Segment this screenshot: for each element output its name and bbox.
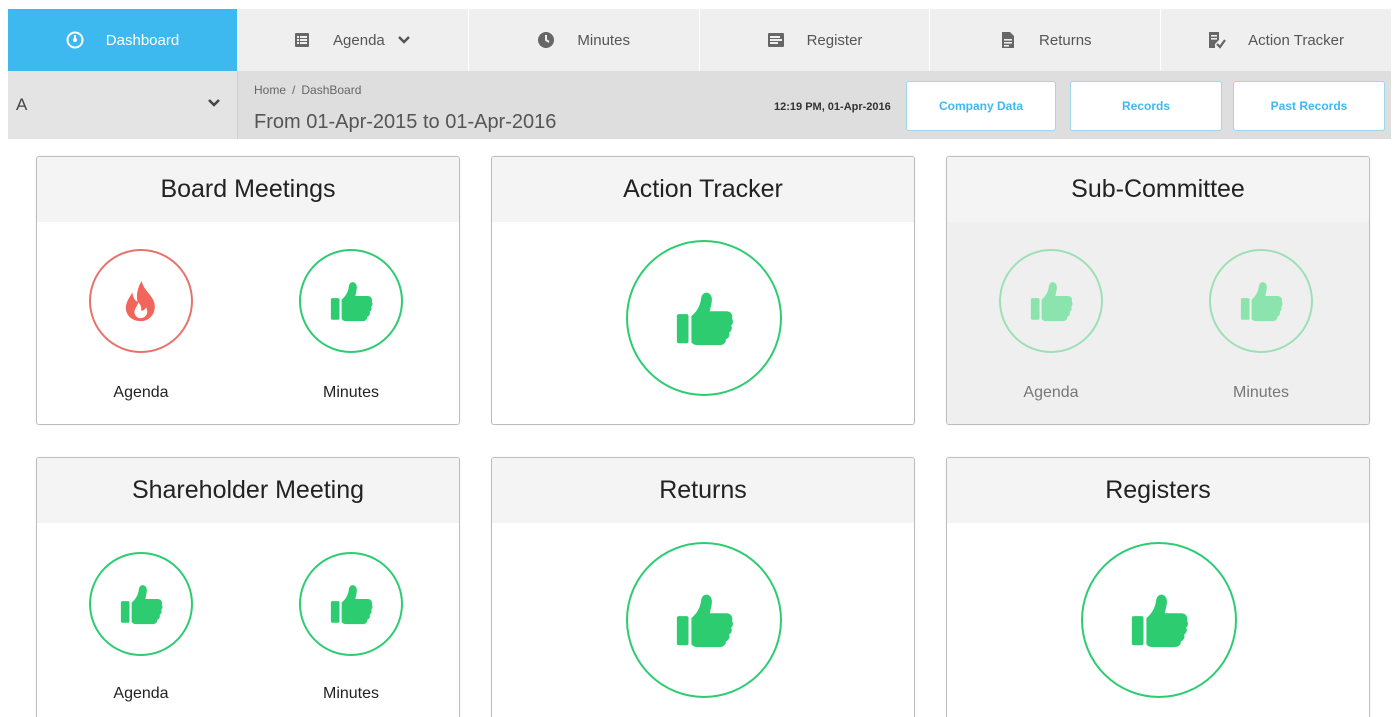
board-minutes-status[interactable] <box>299 249 403 353</box>
period-range: From 01-Apr-2015 to 01-Apr-2016 <box>254 111 557 133</box>
shareholder-agenda-status[interactable] <box>89 552 193 656</box>
document-icon <box>999 31 1017 49</box>
dashboard-icon <box>66 31 84 49</box>
nav-action-tracker-label: Action Tracker <box>1248 31 1345 49</box>
past-records-button[interactable]: Past Records <box>1233 81 1385 131</box>
nav-action-tracker[interactable]: Action Tracker <box>1161 9 1391 71</box>
checklist-icon <box>1208 31 1227 49</box>
subcommittee-agenda-label: Agenda <box>1023 384 1079 401</box>
registers-status[interactable] <box>1081 542 1237 698</box>
nav-register[interactable]: Register <box>700 9 931 71</box>
thumbs-up-icon <box>673 287 735 349</box>
breadcrumb-current: DashBoard <box>301 83 362 97</box>
breadcrumb-home[interactable]: Home <box>254 83 286 97</box>
current-datetime: 12:19 PM, 01-Apr-2016 <box>774 101 891 113</box>
subcommittee-agenda-status[interactable] <box>999 249 1103 353</box>
records-button[interactable]: Records <box>1070 81 1222 131</box>
chevron-down-icon <box>395 31 413 49</box>
returns-status[interactable] <box>626 542 782 698</box>
nav-register-label: Register <box>806 31 863 49</box>
returns-card: Returns <box>491 457 915 717</box>
breadcrumb-separator: / <box>292 83 296 97</box>
nav-minutes-label: Minutes <box>577 31 630 49</box>
list-icon <box>293 31 311 49</box>
nav-dashboard[interactable]: Dashboard <box>8 9 238 71</box>
shareholder-meeting-card: Shareholder Meeting Agenda Minutes <box>36 457 460 717</box>
board-agenda-status[interactable] <box>89 249 193 353</box>
shareholder-minutes-label: Minutes <box>322 685 380 702</box>
card-title: Sub-Committee <box>947 157 1369 222</box>
nav-agenda-label: Agenda <box>333 31 385 49</box>
subcommittee-minutes-label: Minutes <box>1232 384 1290 401</box>
company-data-button[interactable]: Company Data <box>906 81 1056 131</box>
context-bar: A Home / DashBoard From 01-Apr-2015 to 01-… <box>8 71 1391 139</box>
card-title: Shareholder Meeting <box>37 458 459 523</box>
chevron-down-icon <box>207 95 221 115</box>
board-meetings-card: Board Meetings Agenda Minutes <box>36 156 460 425</box>
thumbs-up-icon <box>673 589 735 651</box>
board-agenda-label: Agenda <box>113 384 169 401</box>
nav-agenda[interactable]: Agenda <box>238 9 469 71</box>
shareholder-agenda-label: Agenda <box>113 685 169 702</box>
nav-dashboard-label: Dashboard <box>105 31 180 49</box>
thumbs-up-icon <box>118 581 164 627</box>
clock-icon <box>537 31 555 49</box>
register-icon <box>767 31 785 49</box>
card-title: Action Tracker <box>492 157 914 222</box>
registers-card: Registers <box>946 457 1370 717</box>
thumbs-up-icon <box>1128 589 1190 651</box>
card-title: Returns <box>492 458 914 523</box>
company-select-value: A <box>16 95 28 114</box>
thumbs-up-icon <box>328 581 374 627</box>
board-minutes-label: Minutes <box>322 384 380 401</box>
nav-minutes[interactable]: Minutes <box>469 9 700 71</box>
card-title: Registers <box>947 458 1369 523</box>
thumbs-up-icon <box>328 278 374 324</box>
shareholder-minutes-status[interactable] <box>299 552 403 656</box>
nav-returns-label: Returns <box>1039 31 1092 49</box>
subcommittee-minutes-status[interactable] <box>1209 249 1313 353</box>
company-select[interactable]: A <box>8 71 238 139</box>
action-tracker-status[interactable] <box>626 240 782 396</box>
breadcrumb: Home / DashBoard <box>254 83 361 97</box>
top-navigation: Dashboard Agenda Minutes Register Return… <box>8 9 1391 71</box>
fire-icon <box>118 278 164 324</box>
card-title: Board Meetings <box>37 157 459 222</box>
action-tracker-card: Action Tracker <box>491 156 915 425</box>
nav-returns[interactable]: Returns <box>930 9 1162 71</box>
thumbs-up-icon <box>1028 278 1074 324</box>
sub-committee-card: Sub-Committee Agenda Minutes <box>946 156 1370 425</box>
thumbs-up-icon <box>1238 278 1284 324</box>
